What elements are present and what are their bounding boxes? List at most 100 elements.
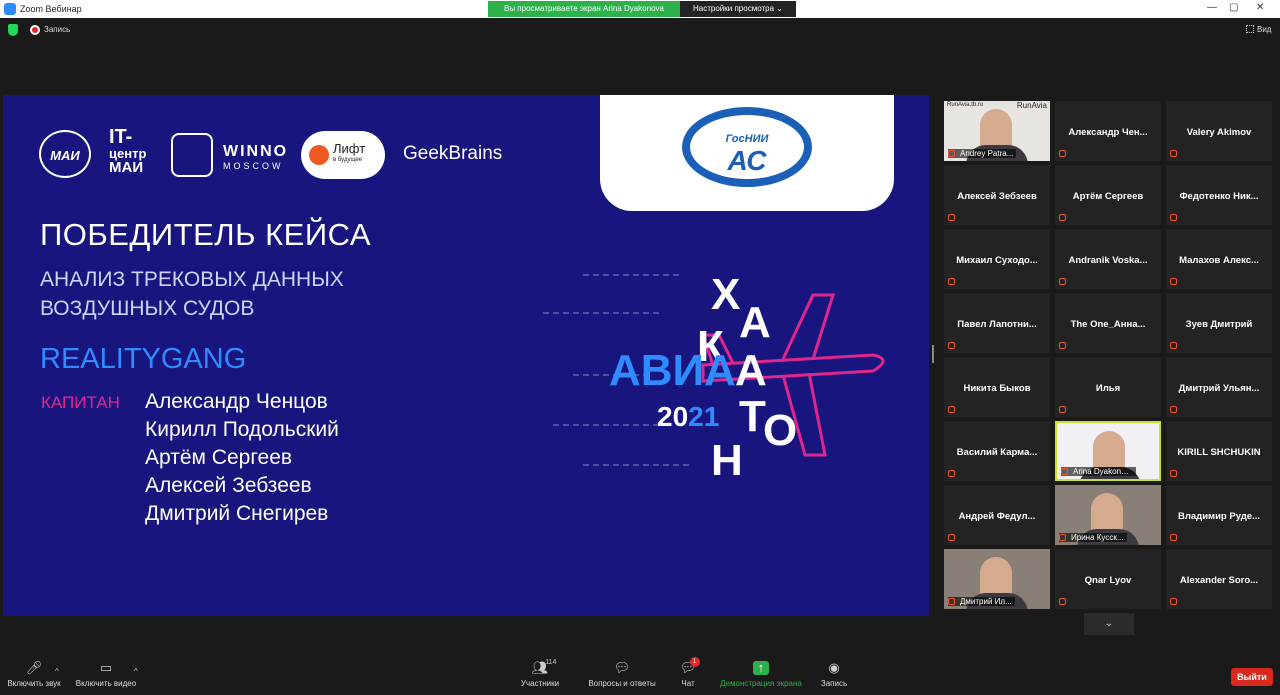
gosnii-logo-card: ГосНИИ АС — [600, 95, 894, 211]
participant-name: KIRILL SHCHUKIN — [1177, 447, 1261, 458]
participant-tile[interactable]: Павел Лапотни... — [944, 293, 1050, 353]
muted-microphone-icon — [1170, 342, 1177, 349]
participant-name: Ирина Кусск... — [1059, 533, 1127, 542]
lift-name: Лифт — [333, 141, 366, 156]
participants-count: 114 — [545, 659, 557, 666]
participant-tile[interactable]: Ирина Кусск... — [1055, 485, 1161, 545]
muted-microphone-icon — [1059, 342, 1066, 349]
start-video-button[interactable]: ▭ Включить видео — [74, 661, 138, 689]
mai-logo: МАИ — [39, 130, 91, 178]
record-icon: ◉ — [828, 660, 840, 675]
screen-share-banner: Вы просматриваете экран Arina Dyakonova — [488, 1, 680, 17]
hackathon-year-b: 21 — [688, 401, 720, 432]
participant-tile[interactable]: Алексей Зебзеев — [944, 165, 1050, 225]
participants-label: Участники — [520, 679, 560, 688]
aviahackathon-logo: Х А К А Т О Н АВИА 2021 — [543, 255, 923, 485]
panel-splitter-handle[interactable] — [932, 345, 934, 363]
share-screen-button[interactable]: ↑ Демонстрация экрана — [716, 661, 806, 689]
participant-tile[interactable]: Артём Сергеев — [1055, 165, 1161, 225]
encryption-shield-icon[interactable] — [8, 24, 18, 36]
participants-button[interactable]: 👥︎ 114 Участники — [514, 659, 566, 688]
team-name: REALITYGANG — [40, 343, 247, 375]
participant-name: Qnar Lyov — [1084, 575, 1132, 586]
muted-microphone-icon — [948, 214, 955, 221]
lift-tagline: в будущее — [333, 157, 363, 163]
window-title: Zoom Вебинар — [20, 4, 82, 14]
participant-tile[interactable]: Михаил Суходо... — [944, 229, 1050, 289]
participant-name: Владимир Руде... — [1178, 511, 1260, 522]
hackathon-avia-word: АВИА — [609, 346, 736, 395]
unmute-label: Включить звук — [7, 679, 61, 688]
hackathon-letter: А — [739, 298, 771, 347]
participant-tile[interactable]: Василий Карма... — [944, 421, 1050, 481]
participant-tile[interactable]: Andranik Voska... — [1055, 229, 1161, 289]
maximize-icon[interactable]: ▢ — [1229, 2, 1238, 13]
participant-tile[interactable]: Андрей Федул... — [944, 485, 1050, 545]
participant-tile[interactable]: Alexander Soro... — [1166, 549, 1272, 609]
hackathon-letter: Х — [711, 270, 741, 319]
participant-tile[interactable]: Дмитрий Ульян... — [1166, 357, 1272, 417]
record-button[interactable]: ◉ Запись — [816, 660, 852, 689]
muted-microphone-icon — [1059, 598, 1066, 605]
unmute-button[interactable]: 🎤︎ Включить звук — [6, 661, 62, 689]
participant-tile[interactable]: Владимир Руде... — [1166, 485, 1272, 545]
team-member: Александр Ченцов — [145, 390, 328, 413]
qa-icon: 💬︎ — [613, 660, 631, 675]
participant-tile[interactable]: Зуев Дмитрий — [1166, 293, 1272, 353]
participant-tile[interactable]: Александр Чен... — [1055, 101, 1161, 161]
captain-label: КАПИТАН — [41, 393, 120, 412]
slide-title: ПОБЕДИТЕЛЬ КЕЙСА — [40, 217, 372, 252]
muted-microphone-icon — [948, 342, 955, 349]
qa-button[interactable]: 💬︎ Вопросы и ответы — [586, 660, 658, 689]
participant-name: Алексей Зебзеев — [957, 191, 1037, 202]
muted-microphone-icon — [1059, 150, 1066, 157]
hackathon-letter: Т — [739, 392, 766, 441]
participant-tile[interactable]: RunAvia.tb.ru RunAvia Andrey Patra... — [944, 101, 1050, 161]
muted-microphone-icon — [1170, 470, 1177, 477]
grid-view-icon — [1246, 25, 1254, 33]
view-button[interactable]: Вид — [1246, 25, 1271, 34]
muted-microphone-icon — [1170, 406, 1177, 413]
muted-microphone-icon — [1059, 214, 1066, 221]
shared-screen-slide: МАИ IT- центр МАИ WINNO MOSCOW Лифт в бу… — [3, 95, 929, 616]
participant-tile[interactable]: Valery Akimov — [1166, 101, 1272, 161]
participant-tile[interactable]: Дмитрий Ил... — [944, 549, 1050, 609]
slide-subtitle-line2: ВОЗДУШНЫХ СУДОВ — [40, 297, 255, 320]
participant-tile[interactable]: KIRILL SHCHUKIN — [1166, 421, 1272, 481]
recording-label: Запись — [44, 25, 71, 34]
participant-name: Andrey Patra... — [948, 149, 1017, 158]
video-watermark-brand: RunAvia — [1016, 101, 1047, 110]
audio-options-caret-icon[interactable]: ^ — [55, 667, 59, 676]
it-center-logo: IT- центр МАИ — [109, 127, 146, 175]
video-watermark: RunAvia.tb.ru — [947, 102, 984, 108]
muted-microphone-icon — [1170, 598, 1177, 605]
video-options-caret-icon[interactable]: ^ — [134, 667, 138, 676]
zoom-app-icon — [4, 3, 16, 15]
leave-button[interactable]: Выйти — [1231, 668, 1273, 686]
participant-tile[interactable]: Малахов Алекс... — [1166, 229, 1272, 289]
participant-tile[interactable]: The One_Анна... — [1055, 293, 1161, 353]
chat-button[interactable]: 💬︎ 1 Чат — [672, 657, 704, 688]
participant-name: Артём Сергеев — [1072, 191, 1144, 202]
gallery-next-page-button[interactable]: ⌄ — [1084, 613, 1134, 635]
participant-name: Никита Быков — [963, 383, 1031, 394]
participant-tile[interactable]: Qnar Lyov — [1055, 549, 1161, 609]
muted-microphone-icon — [1059, 278, 1066, 285]
chevron-down-icon: ⌄ — [1104, 618, 1114, 629]
it-center-line1: IT- — [109, 126, 133, 148]
close-icon[interactable]: ✕ — [1256, 2, 1264, 13]
participant-tile[interactable]: Arina Dyakonova — [1055, 421, 1161, 481]
view-settings-button[interactable]: Настройки просмотра ⌄ — [680, 1, 796, 17]
lift-dot-icon — [309, 145, 329, 165]
team-member: Алексей Зебзеев — [145, 474, 312, 497]
participant-tile[interactable]: Федотенко Ник... — [1166, 165, 1272, 225]
participant-name: Малахов Алекс... — [1179, 255, 1259, 266]
lift-logo: Лифт в будущее — [301, 131, 385, 179]
slide-subtitle: АНАЛИЗ ТРЕКОВЫХ ДАННЫХ ВОЗДУШНЫХ СУДОВ — [40, 265, 344, 323]
minimize-icon[interactable]: — — [1207, 2, 1217, 13]
participant-tile[interactable]: Никита Быков — [944, 357, 1050, 417]
participant-tile[interactable]: Илья — [1055, 357, 1161, 417]
record-label: Запись — [820, 679, 848, 688]
muted-microphone-icon — [1170, 150, 1177, 157]
team-member: Дмитрий Снегирев — [145, 502, 329, 525]
